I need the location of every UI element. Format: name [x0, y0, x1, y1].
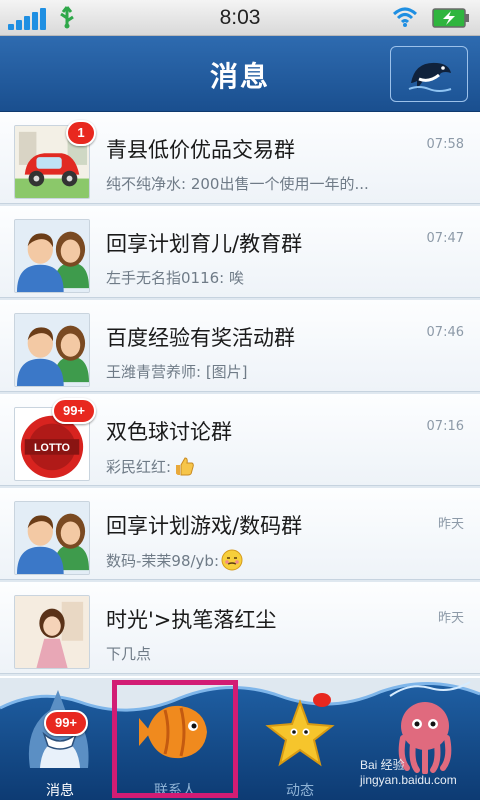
shy-face-icon: [221, 549, 243, 571]
group-avatar-couple: [14, 313, 90, 387]
preview-text: 彩民红红:: [106, 458, 172, 476]
conversation-name: 青县低价优品交易群: [106, 138, 295, 162]
battery-charging-icon: [432, 8, 469, 28]
tab-label: 消息: [46, 783, 74, 799]
unread-badge: 99+: [52, 398, 96, 424]
conversation-item[interactable]: 时光'>执笔落红尘 昨天 下几点: [0, 582, 480, 674]
dolphin-icon: [408, 62, 452, 92]
wifi-icon: [392, 7, 418, 27]
dolphin-button[interactable]: [390, 46, 468, 102]
conversation-time: 昨天: [437, 611, 464, 626]
contacts-highlight-box: [112, 680, 238, 798]
conversation-preview: 王潍青营养师: [图片]: [106, 363, 248, 381]
tab-label: 动态: [286, 783, 314, 799]
unread-badge: 1: [66, 120, 96, 146]
starfish-icon: [265, 693, 335, 767]
conversation-time: 07:16: [426, 419, 464, 434]
thumbs-up-icon: [176, 457, 194, 476]
group-avatar-couple: [14, 501, 90, 575]
conversation-time: 07:46: [426, 325, 464, 340]
conversation-name: 双色球讨论群: [106, 420, 232, 444]
conversation-preview: 数码-茉茉98/yb:: [106, 549, 426, 571]
conversation-item[interactable]: 百度经验有奖活动群 07:46 王潍青营养师: [图片]: [0, 300, 480, 392]
conversation-name: 时光'>执笔落红尘: [106, 608, 277, 632]
unread-badge: 99+: [44, 710, 88, 736]
conversation-name: 百度经验有奖活动群: [106, 326, 295, 350]
conversation-time: 昨天: [437, 517, 464, 532]
preview-text: 数码-茉茉98/yb:: [106, 552, 220, 570]
conversation-preview: 左手无名指0116: 唉: [106, 269, 244, 287]
conversation-name: 回享计划游戏/数码群: [106, 514, 303, 538]
conversation-time: 07:58: [426, 137, 464, 152]
conversation-item[interactable]: 1 青县低价优品交易群 07:58 纯不纯净水: 200出售一个使用一年的...: [0, 112, 480, 204]
conversation-list[interactable]: 1 青县低价优品交易群 07:58 纯不纯净水: 200出售一个使用一年的...…: [0, 112, 480, 678]
watermark: Bai 经验 jingyan.baidu.com: [360, 758, 457, 787]
conversation-preview: 彩民红红:: [106, 455, 426, 477]
conversation-time: 07:47: [426, 231, 464, 246]
svg-text:LOTTO: LOTTO: [34, 442, 70, 454]
contact-avatar-girl: [14, 595, 90, 669]
header: 消息: [0, 36, 480, 112]
conversation-item[interactable]: 回享计划育儿/教育群 07:47 左手无名指0116: 唉: [0, 206, 480, 298]
status-bar: 8:03: [0, 0, 480, 36]
conversation-preview: 纯不纯净水: 200出售一个使用一年的...: [106, 175, 369, 193]
tab-feed[interactable]: 动态: [250, 688, 350, 800]
tab-messages[interactable]: 99+ 消息: [10, 688, 110, 800]
group-avatar-couple: [14, 219, 90, 293]
conversation-item[interactable]: 回享计划游戏/数码群 昨天 数码-茉茉98/yb:: [0, 488, 480, 580]
conversation-preview: 下几点: [106, 645, 152, 663]
conversation-item[interactable]: LOTTO 99+ 双色球讨论群 07:16 彩民红红:: [0, 394, 480, 486]
conversation-name: 回享计划育儿/教育群: [106, 232, 303, 256]
